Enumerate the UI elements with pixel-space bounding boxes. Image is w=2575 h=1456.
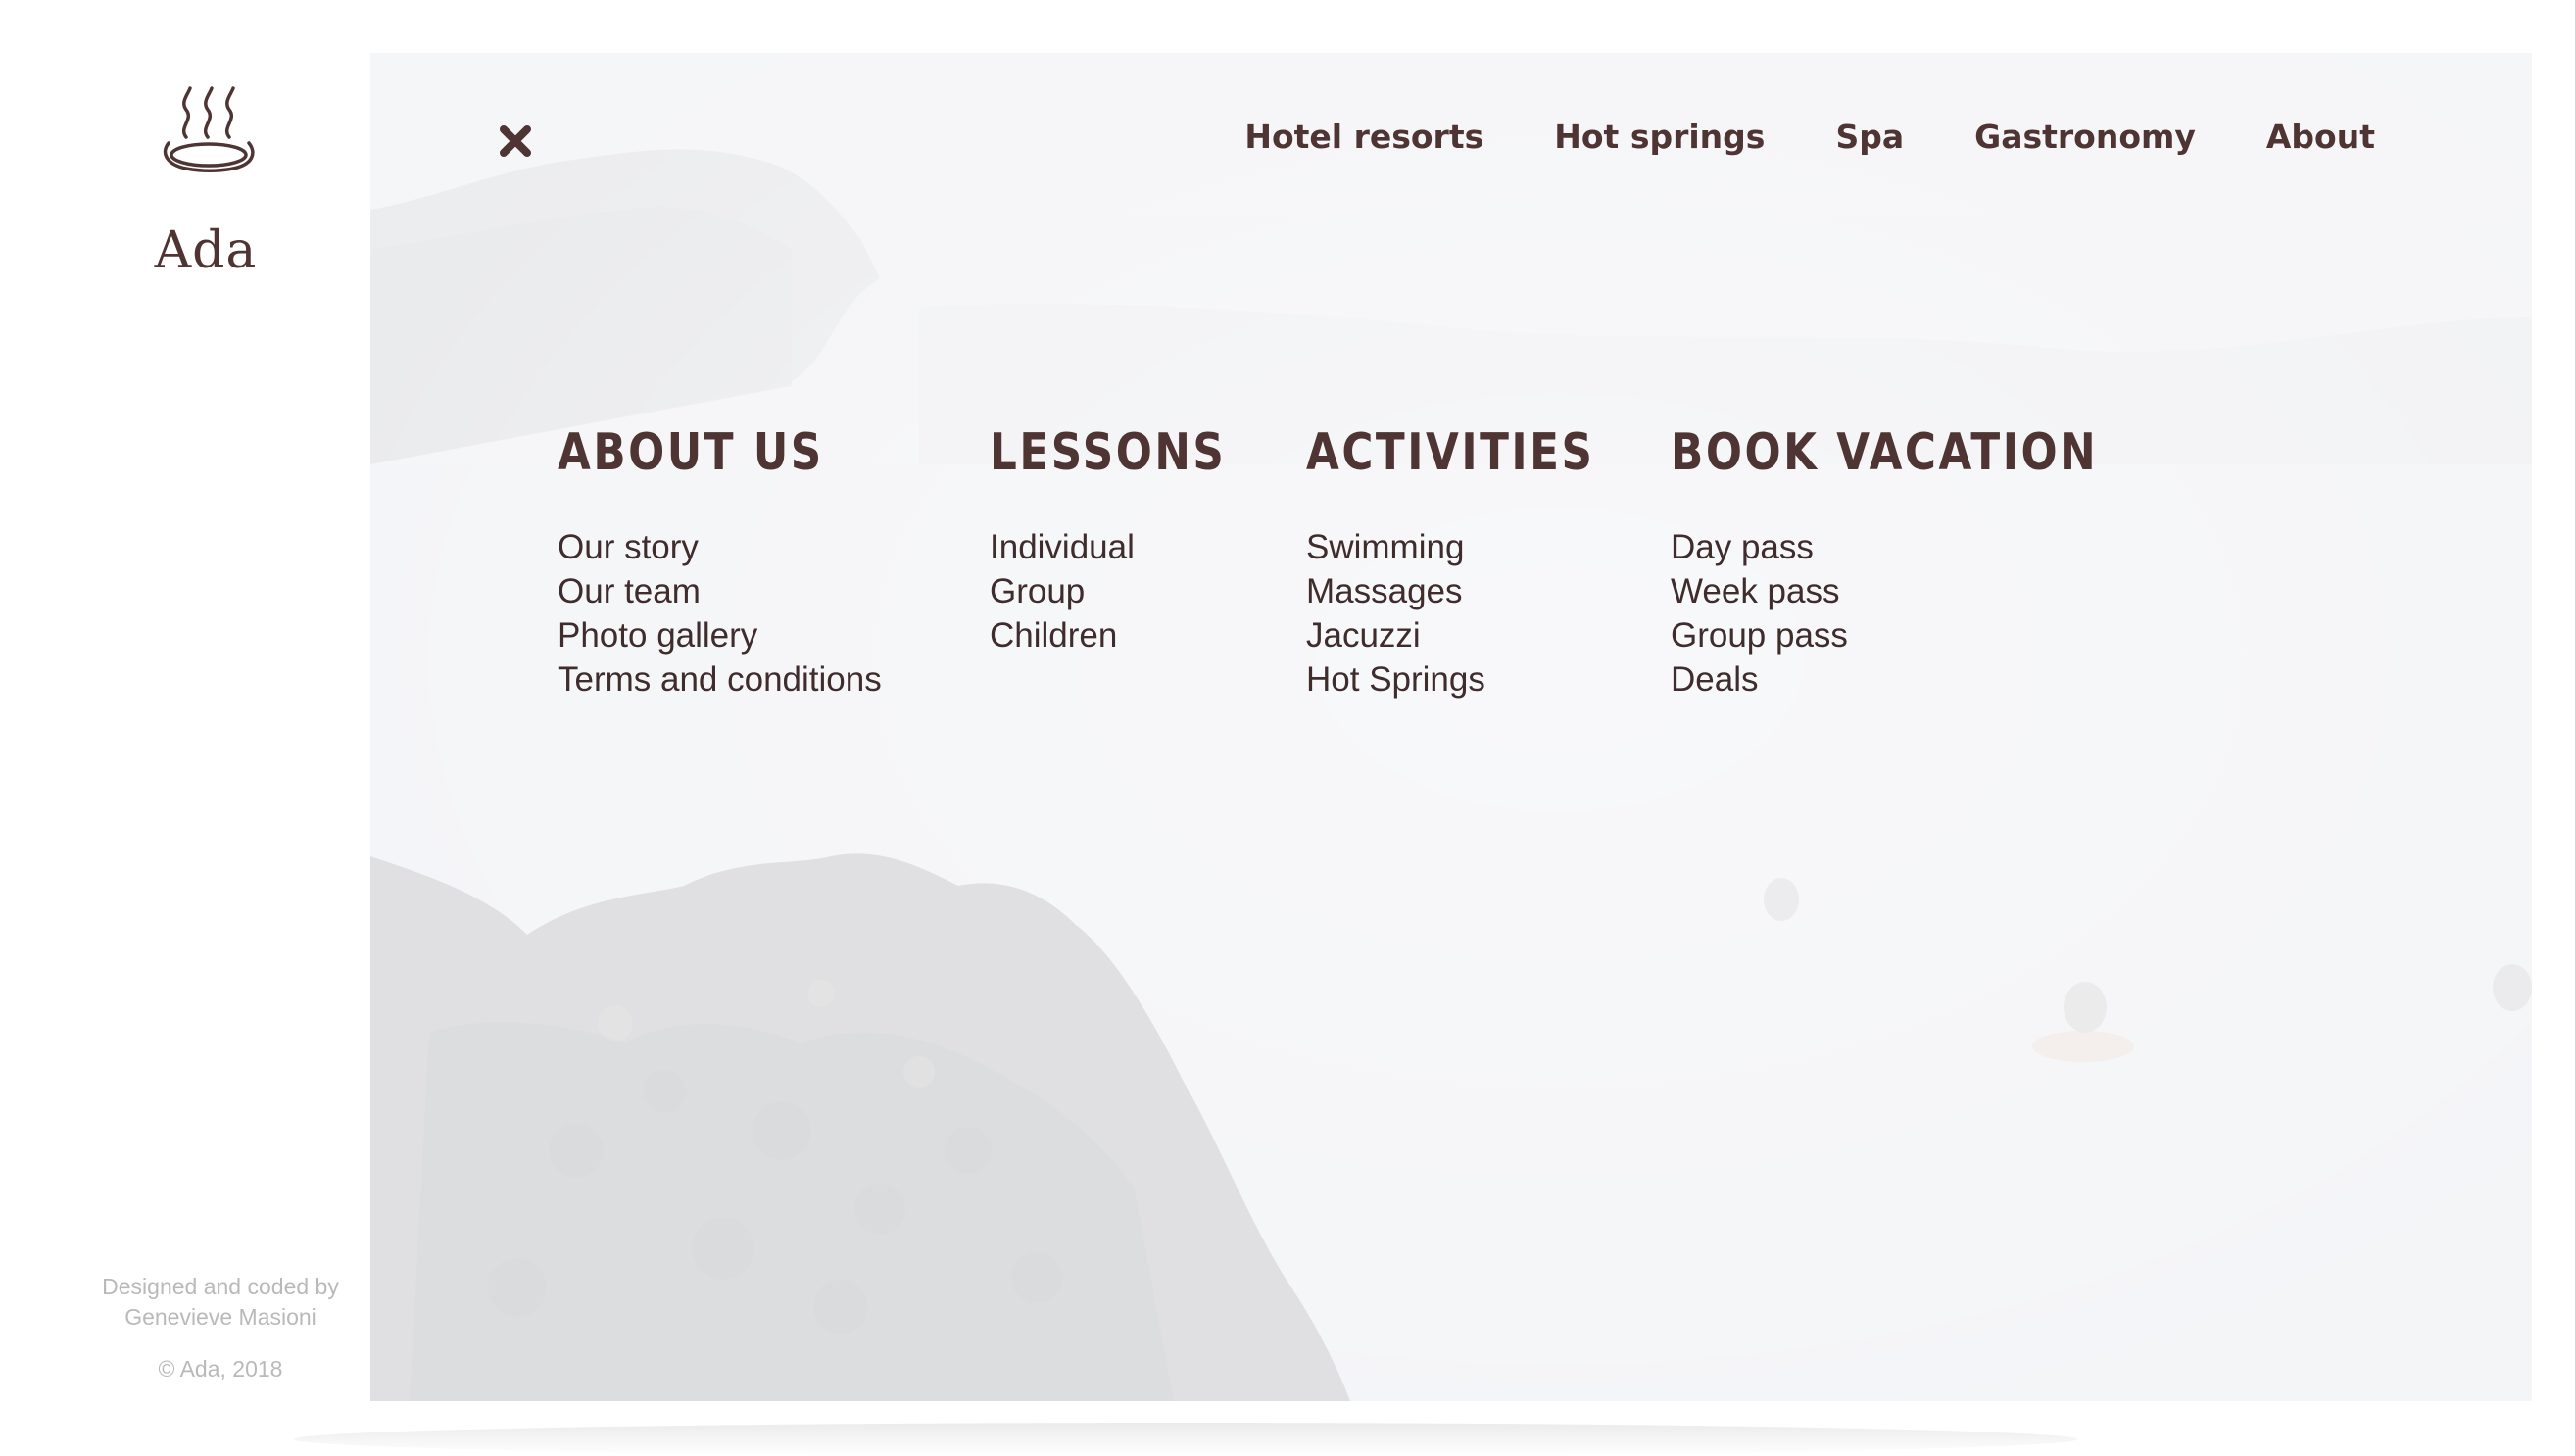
menu-heading: ACTIVITIES [1306, 423, 1595, 482]
menu-column-book-vacation: BOOK VACATION Day pass Week pass Group p… [1671, 423, 2179, 702]
menu-item[interactable]: Swimming [1306, 525, 1650, 569]
credit-author: Genevieve Masioni [124, 1304, 316, 1330]
menu-list: Individual Group Children [990, 525, 1271, 657]
nav-about[interactable]: About [2266, 118, 2375, 156]
menu-item[interactable]: Jacuzzi [1306, 613, 1650, 657]
menu-item[interactable]: Day pass [1671, 525, 2179, 569]
menu-item[interactable]: Children [990, 613, 1271, 657]
hot-spring-icon[interactable] [157, 82, 261, 180]
close-icon[interactable] [496, 121, 535, 161]
menu-item[interactable]: Hot Springs [1306, 657, 1650, 702]
menu-column-about-us: ABOUT US Our story Our team Photo galler… [558, 423, 882, 702]
footer-credits: Designed and coded by Genevieve Masioni [59, 1272, 382, 1333]
brand-name[interactable]: Ada [0, 221, 412, 280]
nav-spa[interactable]: Spa [1835, 118, 1904, 156]
menu-list: Swimming Massages Jacuzzi Hot Springs [1306, 525, 1650, 702]
menu-heading: BOOK VACATION [1671, 423, 2099, 482]
nav-gastronomy[interactable]: Gastronomy [1974, 118, 2196, 156]
sidebar: Ada Designed and coded by Genevieve Masi… [0, 0, 370, 1456]
credit-line: Designed and coded by [102, 1274, 339, 1299]
menu-item[interactable]: Photo gallery [558, 613, 882, 657]
menu-item[interactable]: Group pass [1671, 613, 2179, 657]
menu-list: Day pass Week pass Group pass Deals [1671, 525, 2179, 702]
top-navigation: Hotel resorts Hot springs Spa Gastronomy… [1244, 118, 2375, 156]
menu-list: Our story Our team Photo gallery Terms a… [558, 525, 882, 702]
hero-overlay [370, 53, 2532, 1401]
copyright: © Ada, 2018 [158, 1356, 283, 1382]
panel-shadow [294, 1423, 2077, 1456]
menu-column-lessons: LESSONS Individual Group Children [990, 423, 1271, 657]
menu-heading: LESSONS [990, 423, 1227, 482]
menu-item[interactable]: Deals [1671, 657, 2179, 702]
nav-hotel-resorts[interactable]: Hotel resorts [1244, 118, 1483, 156]
menu-item[interactable]: Individual [990, 525, 1271, 569]
menu-item[interactable]: Terms and conditions [558, 657, 882, 702]
menu-item[interactable]: Group [990, 569, 1271, 613]
menu-item[interactable]: Our team [558, 569, 882, 613]
menu-item[interactable]: Massages [1306, 569, 1650, 613]
menu-heading: ABOUT US [558, 423, 824, 482]
hero-panel: Hotel resorts Hot springs Spa Gastronomy… [370, 53, 2532, 1401]
menu-item[interactable]: Our story [558, 525, 882, 569]
menu-column-activities: ACTIVITIES Swimming Massages Jacuzzi Hot… [1306, 423, 1650, 702]
menu-item[interactable]: Week pass [1671, 569, 2179, 613]
nav-hot-springs[interactable]: Hot springs [1554, 118, 1765, 156]
